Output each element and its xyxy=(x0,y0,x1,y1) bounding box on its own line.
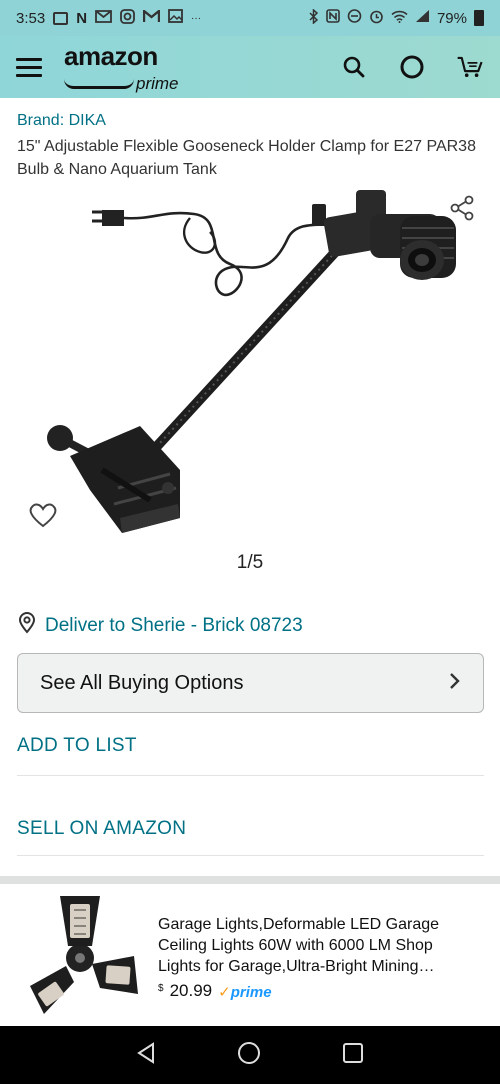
chevron-right-icon xyxy=(449,669,461,697)
signal-icon xyxy=(415,9,430,27)
cart-icon[interactable] xyxy=(456,53,484,81)
link-icon xyxy=(347,9,362,27)
deliver-to-link[interactable]: Deliver to Sherie - Brick 08723 xyxy=(17,612,303,640)
ad-price: 20.99 xyxy=(169,981,213,1000)
sell-on-amazon-link[interactable]: SELL ON AMAZON xyxy=(17,818,484,840)
image-counter: 1/5 xyxy=(236,552,264,573)
add-to-list-link[interactable]: ADD TO LIST xyxy=(17,735,484,757)
sponsored-product-card[interactable]: Garage Lights,Deformable LED Garage Ceil… xyxy=(0,884,500,1026)
brand-link[interactable]: Brand: DIKA xyxy=(17,112,106,130)
gmail-icon xyxy=(142,8,161,27)
system-nav-bar xyxy=(0,1026,500,1084)
gmail-icon xyxy=(95,9,112,27)
heart-icon[interactable] xyxy=(28,502,58,533)
deliver-to-text: Deliver to Sherie - Brick 08723 xyxy=(45,615,303,636)
ad-product-title[interactable]: Garage Lights,Deformable LED Garage Ceil… xyxy=(158,914,476,977)
product-image[interactable] xyxy=(30,188,490,543)
prime-badge-icon: ✓prime xyxy=(218,984,272,1001)
home-icon[interactable] xyxy=(236,1040,262,1071)
see-all-buying-options-button[interactable]: See All Buying Options xyxy=(17,653,484,713)
nfc-icon xyxy=(326,9,340,27)
menu-icon[interactable] xyxy=(16,57,42,77)
instagram-icon xyxy=(120,8,135,28)
bluetooth-icon xyxy=(309,7,319,28)
status-time: 3:53 xyxy=(16,9,46,27)
n-icon: N xyxy=(76,9,88,27)
logo-smile xyxy=(64,79,134,89)
more-dots-icon: ··· xyxy=(191,12,202,24)
app-header: amazon prime xyxy=(0,36,500,98)
logo-amazon-text: amazon xyxy=(64,40,158,71)
ad-price-symbol: $ xyxy=(158,983,164,994)
alexa-icon[interactable] xyxy=(398,53,426,81)
ad-product-image[interactable] xyxy=(16,890,146,1020)
notification-icon xyxy=(53,11,69,25)
search-icon[interactable] xyxy=(340,53,368,81)
section-divider xyxy=(0,876,500,884)
battery-percent: 79% xyxy=(436,9,467,27)
back-icon[interactable] xyxy=(135,1041,157,1070)
buying-options-label: See All Buying Options xyxy=(40,671,244,694)
amazon-prime-logo[interactable]: amazon prime xyxy=(64,43,179,92)
location-pin-icon xyxy=(17,612,37,640)
gallery-icon xyxy=(168,9,183,27)
share-icon[interactable] xyxy=(449,195,475,226)
alarm-icon xyxy=(369,9,384,28)
divider xyxy=(17,855,484,856)
battery-icon xyxy=(474,10,484,26)
status-bar: 3:53 N ··· 79% xyxy=(0,0,500,36)
recent-apps-icon[interactable] xyxy=(341,1041,365,1070)
prime-badge-text: prime xyxy=(230,984,272,1001)
product-title: 15" Adjustable Flexible Gooseneck Holder… xyxy=(17,138,476,178)
logo-prime-text: prime xyxy=(136,73,179,93)
wifi-icon xyxy=(391,10,408,27)
divider xyxy=(17,775,484,776)
